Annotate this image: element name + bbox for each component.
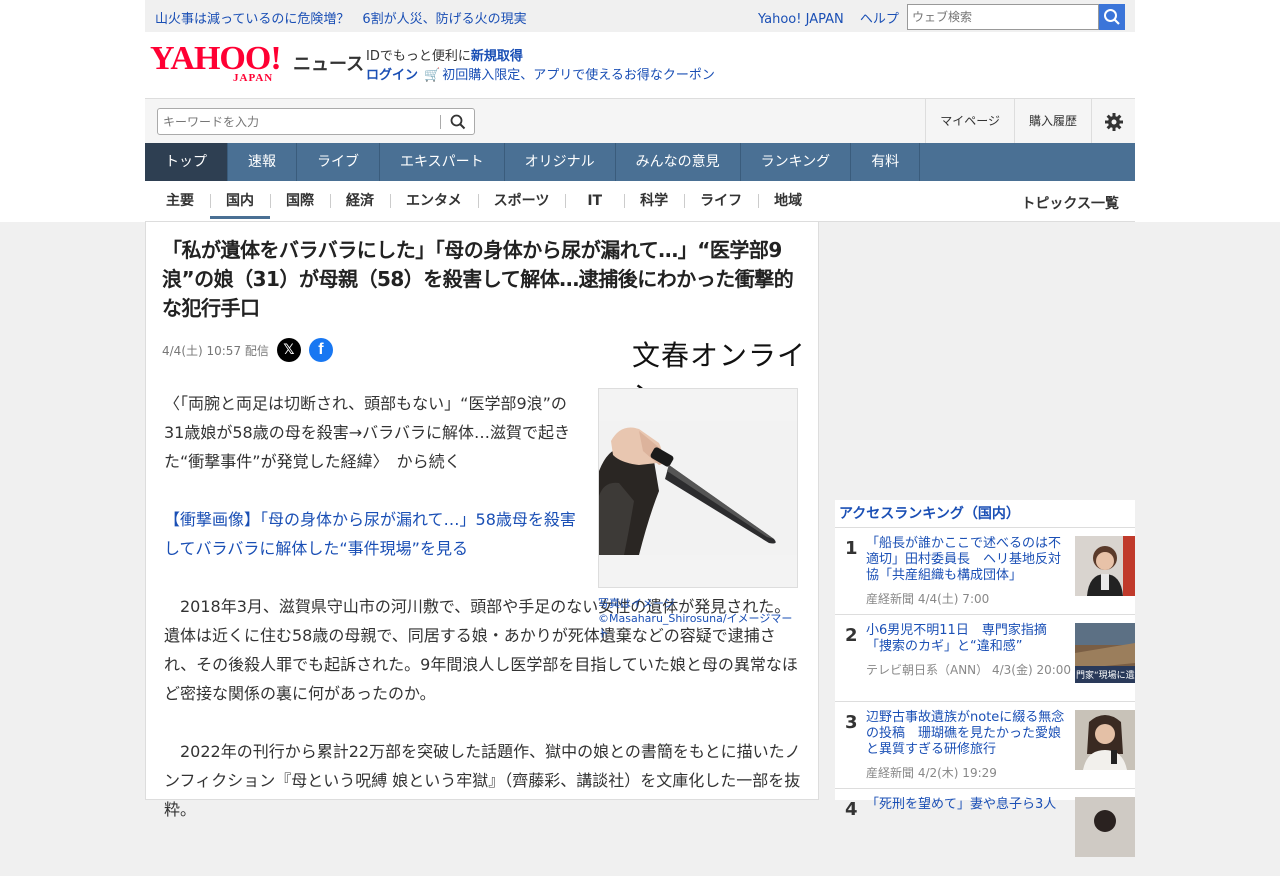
article-meta: 4/4(土) 10:57 配信 𝕏 f xyxy=(162,338,333,362)
tab-it[interactable]: IT xyxy=(565,181,624,219)
publish-date: 4/4(土) 10:57 配信 xyxy=(162,343,269,358)
signup-link[interactable]: 新規取得 xyxy=(471,49,523,64)
ranking-source: 産経新聞 4/4(土) 7:00 xyxy=(866,592,990,606)
article: 「私が遺体をバラバラにした」「母の身体から尿が漏れて…」“医学部9浪”の娘（31… xyxy=(145,222,819,819)
cart-icon: 🛒 xyxy=(424,68,441,83)
tab-international[interactable]: 国際 xyxy=(270,181,330,219)
ranking-title[interactable]: 「船長が誰かここで述べるのは不適切」田村委員長 ヘリ基地反対協「共産組織も構成団… xyxy=(866,536,1070,584)
category-nav: 主要 国内 国際 経済 エンタメ スポーツ IT 科学 ライフ 地域 トピックス… xyxy=(145,181,1135,222)
promo-link[interactable]: 山火事は減っているのに危険増？ 6割が人災、防げる火の現実 xyxy=(155,8,527,27)
settings-button[interactable] xyxy=(1091,99,1135,144)
tab-local[interactable]: 地域 xyxy=(758,181,818,219)
gear-icon xyxy=(1104,112,1123,131)
keyword-search xyxy=(157,108,475,135)
keyword-input[interactable] xyxy=(158,109,434,134)
nav-live[interactable]: ライブ xyxy=(297,143,380,181)
ranking-thumbnail: 門家“現場に遺 xyxy=(1075,623,1135,683)
svg-text:門家“現場に遺: 門家“現場に遺 xyxy=(1076,669,1135,681)
tab-life[interactable]: ライフ xyxy=(684,181,758,219)
article-title: 「私が遺体をバラバラにした」「母の身体から尿が漏れて…」“医学部9浪”の娘（31… xyxy=(162,238,794,320)
yahoo-japan-link[interactable]: Yahoo! JAPAN xyxy=(758,12,844,27)
ranking-title[interactable]: 辺野古事故遺族がnoteに綴る無念の投稿 珊瑚礁を見たかった愛娘と異質すぎる研修… xyxy=(866,710,1070,758)
article-paragraph: 2022年の刊行から累計22万部を突破した話題作、獄中の娘との書簡をもとに描いた… xyxy=(164,742,801,819)
purchase-history-link[interactable]: 購入履歴 xyxy=(1013,99,1091,144)
tab-sports[interactable]: スポーツ xyxy=(477,181,566,219)
access-ranking: アクセスランキング（国内） 1 「船長が誰かここで述べるのは不適切」田村委員長 … xyxy=(835,500,1135,857)
site-header: YAHOO! JAPAN ニュース IDでもっと便利に新規取得 ログイン 🛒 初回購… xyxy=(145,32,1135,98)
account-promo: IDでもっと便利に新規取得 ログイン 🛒 初回購入限定、アプリで使えるお得なクーポン xyxy=(366,49,715,83)
nav-top[interactable]: トップ xyxy=(145,143,228,181)
utility-links: Yahoo! JAPAN ヘルプ xyxy=(758,8,911,27)
photo-caption[interactable]: 写真はイメージ ©Masaharu_Shirosuna/イメージマート xyxy=(598,596,803,641)
topics-list-link[interactable]: トピックス一覧 xyxy=(1021,193,1119,213)
ranking-title[interactable]: 「死刑を望めて」妻や息子ら3人 xyxy=(866,797,1070,813)
article-photo[interactable] xyxy=(598,388,798,588)
ranking-heading: アクセスランキング（国内） xyxy=(835,500,1135,528)
gallery-link[interactable]: 【衝撃画像】「母の身体から尿が漏れて…」58歳母を殺害してバラバラに解体した“事… xyxy=(164,505,584,563)
ranking-thumbnail xyxy=(1075,710,1135,770)
nav-opinions[interactable]: みんなの意見 xyxy=(616,143,741,181)
main-nav: トップ 速報 ライブ エキスパート オリジナル みんなの意見 ランキング 有料 xyxy=(145,143,1135,181)
nav-expert[interactable]: エキスパート xyxy=(380,143,505,181)
search-icon xyxy=(1104,9,1120,25)
tab-main[interactable]: 主要 xyxy=(150,181,210,219)
yahoo-news-logo[interactable]: YAHOO! JAPAN ニュース xyxy=(150,42,364,85)
tab-entertainment[interactable]: エンタメ xyxy=(390,181,478,219)
knife-image xyxy=(599,421,797,555)
ranking-thumbnail xyxy=(1075,536,1135,596)
ranking-source: テレビ朝日系（ANN） 4/3(金) 20:00 xyxy=(866,663,1072,677)
nav-breaking[interactable]: 速報 xyxy=(228,143,297,181)
facebook-share-icon[interactable]: f xyxy=(308,338,333,362)
mypage-link[interactable]: マイページ xyxy=(925,99,1014,144)
ranking-item[interactable]: 1 「船長が誰かここで述べるのは不適切」田村委員長 ヘリ基地反対協「共産組織も構… xyxy=(835,528,1135,615)
tab-science[interactable]: 科学 xyxy=(624,181,684,219)
web-search-button[interactable] xyxy=(1099,4,1125,30)
web-search xyxy=(907,4,1125,30)
tab-domestic[interactable]: 国内 xyxy=(210,181,270,219)
utility-bar: 山火事は減っているのに危険増？ 6割が人災、防げる火の現実 Yahoo! JAP… xyxy=(145,0,1135,32)
ranking-item[interactable]: 4 「死刑を望めて」妻や息子ら3人 xyxy=(835,789,1135,876)
nav-paid[interactable]: 有料 xyxy=(851,143,921,181)
ranking-item[interactable]: 3 辺野古事故遺族がnoteに綴る無念の投稿 珊瑚礁を見たかった愛娘と異質すぎる… xyxy=(835,702,1135,789)
search-icon[interactable] xyxy=(449,113,467,131)
nav-ranking[interactable]: ランキング xyxy=(741,143,852,181)
x-share-icon[interactable]: 𝕏 xyxy=(276,338,301,362)
login-link[interactable]: ログイン xyxy=(366,68,418,83)
nav-original[interactable]: オリジナル xyxy=(505,143,616,181)
help-link[interactable]: ヘルプ xyxy=(860,12,899,27)
ranking-title[interactable]: 小6男児不明11日 専門家指摘「捜索のカギ」と“違和感” xyxy=(866,623,1070,655)
web-search-input[interactable] xyxy=(907,4,1099,30)
ranking-thumbnail xyxy=(1075,797,1135,857)
ranking-source: 産経新聞 4/2(木) 19:29 xyxy=(866,766,997,780)
coupon-link[interactable]: 初回購入限定、アプリで使えるお得なクーポン xyxy=(442,68,715,83)
article-lede: 〈「両腕と両足は切断され、頭部もない」“医学部9浪”の31歳娘が58歳の母を殺害… xyxy=(164,394,570,471)
ranking-item[interactable]: 2 小6男児不明11日 専門家指摘「捜索のカギ」と“違和感” テレビ朝日系（AN… xyxy=(835,615,1135,702)
tab-economy[interactable]: 経済 xyxy=(330,181,390,219)
news-search-row: マイページ 購入履歴 xyxy=(145,98,1135,144)
